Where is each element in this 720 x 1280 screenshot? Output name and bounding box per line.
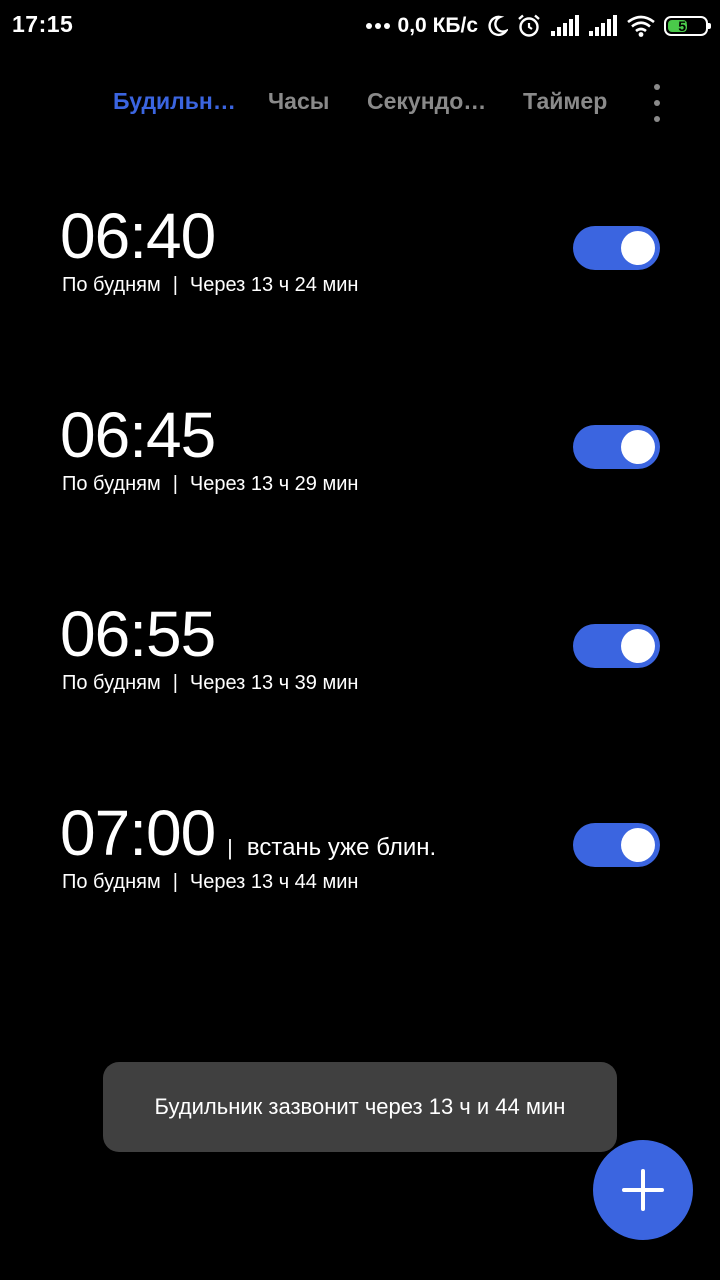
alarm-info-separator: |	[172, 274, 178, 296]
battery-icon: 52	[664, 16, 711, 36]
more-options-icon[interactable]	[645, 84, 669, 122]
alarm-repeat: По будням	[62, 672, 161, 694]
alarm-toggle[interactable]	[573, 624, 660, 668]
alarm-info: По будням | Через 13 ч 39 мин	[62, 672, 358, 695]
alarm-item[interactable]: 07:00 | встань уже блин. По будням | Через…	[0, 799, 720, 929]
alarm-countdown: Через 13 ч 24 мин	[189, 274, 359, 296]
plus-icon	[622, 1169, 664, 1211]
add-alarm-button[interactable]	[593, 1140, 693, 1240]
toggle-knob	[621, 629, 655, 663]
alarm-info-separator: |	[172, 473, 178, 495]
alarm-countdown: Через 13 ч 44 мин	[189, 871, 359, 893]
alarm-info-separator: |	[172, 672, 178, 694]
alarm-item[interactable]: 06:55 По будням | Через 13 ч 39 мин	[0, 600, 720, 730]
alarm-toggle[interactable]	[573, 823, 660, 867]
alarm-time-row: 06:45	[60, 399, 216, 471]
alarm-countdown: Через 13 ч 39 мин	[189, 672, 359, 694]
alarm-repeat: По будням	[62, 473, 161, 495]
alarm-time-row: 07:00 | встань уже блин.	[60, 799, 436, 867]
alarm-time: 07:00	[60, 797, 216, 869]
alarm-repeat: По будням	[62, 274, 161, 296]
tab-alarm[interactable]: Будильн…	[113, 88, 236, 115]
alarm-repeat: По будням	[62, 871, 161, 893]
tab-timer[interactable]: Таймер	[523, 88, 607, 115]
signal-icon	[550, 15, 580, 37]
alarm-item[interactable]: 06:45 По будням | Через 13 ч 29 мин	[0, 401, 720, 531]
toast-message: Будильник зазвонит через 13 ч и 44 мин	[103, 1062, 617, 1152]
alarm-clock-icon	[516, 13, 542, 39]
wifi-icon	[626, 15, 656, 37]
alarm-time: 06:40	[60, 200, 216, 272]
net-speed: 0,0 КБ/с	[397, 14, 478, 37]
toggle-knob	[621, 828, 655, 862]
alarm-time-row: 06:55	[60, 598, 216, 670]
alarm-countdown: Через 13 ч 29 мин	[189, 473, 359, 495]
signal-icon	[588, 15, 618, 37]
alarm-info: По будням | Через 13 ч 44 мин	[62, 871, 358, 894]
alarm-toggle[interactable]	[573, 425, 660, 469]
alarm-time: 06:55	[60, 598, 216, 670]
alarm-toggle[interactable]	[573, 226, 660, 270]
alarm-item[interactable]: 06:40 По будням | Через 13 ч 24 мин	[0, 202, 720, 332]
toggle-knob	[621, 430, 655, 464]
battery-level: 52	[678, 18, 694, 34]
status-icons: 0,0 КБ/с 52	[365, 10, 711, 42]
alarm-time-row: 06:40	[60, 200, 216, 272]
tab-stopwatch[interactable]: Секундо…	[367, 88, 486, 115]
tab-clock[interactable]: Часы	[268, 88, 329, 115]
more-dots-icon	[365, 23, 390, 29]
toast-text: Будильник зазвонит через 13 ч и 44 мин	[154, 1094, 566, 1119]
status-bar: 17:15 0,0 КБ/с 52	[0, 0, 720, 52]
alarm-time: 06:45	[60, 399, 216, 471]
status-time: 17:15	[12, 11, 74, 37]
alarm-info: По будням | Через 13 ч 24 мин	[62, 274, 358, 297]
alarm-info: По будням | Через 13 ч 29 мин	[62, 473, 358, 496]
tab-bar: Будильн… Часы Секундо… Таймер	[0, 80, 720, 126]
alarm-label-separator: |	[227, 835, 233, 860]
toggle-knob	[621, 231, 655, 265]
alarm-label: встань уже блин.	[246, 834, 437, 861]
alarm-info-separator: |	[172, 871, 178, 893]
moon-icon	[486, 14, 508, 38]
